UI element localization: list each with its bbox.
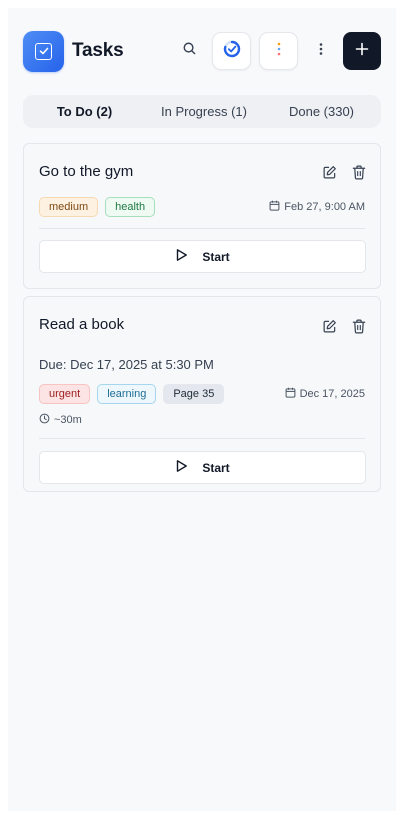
task-actions (320, 163, 368, 181)
task-card: Read a book Due: Dec 17, 2025 at 5:30 PM… (23, 296, 381, 492)
status-tabs: To Do (2) In Progress (1) Done (330) (23, 95, 381, 128)
more-vertical-icon (319, 42, 323, 61)
progress-ring-icon (223, 40, 241, 63)
more-options-button[interactable] (308, 36, 334, 66)
plus-icon (355, 42, 369, 61)
app-root: Tasks To Do (2) In Progress (1) Done (33… (8, 8, 396, 811)
start-button-label: Start (202, 249, 230, 264)
task-date-text: Feb 27, 9:00 AM (284, 201, 365, 213)
task-due-date: Due: Dec 17, 2025 at 5:30 PM (39, 357, 214, 372)
play-icon (175, 248, 188, 265)
edit-icon[interactable] (320, 163, 338, 181)
task-title: Go to the gym (39, 163, 134, 180)
search-button[interactable] (174, 36, 204, 66)
clock-icon (39, 413, 50, 427)
task-actions (320, 317, 368, 335)
priority-tag: urgent (39, 384, 91, 404)
task-tags: medium health (39, 197, 156, 217)
tab-in-progress[interactable]: In Progress (1) (143, 98, 265, 125)
palette-icon (276, 41, 282, 62)
start-button-label: Start (202, 460, 230, 475)
task-title: Read a book (39, 316, 125, 333)
task-estimate-text: ~30m (54, 414, 82, 426)
trash-icon[interactable] (350, 163, 368, 181)
task-date-text: Dec 17, 2025 (299, 388, 365, 400)
header-actions (174, 32, 381, 70)
task-card: Go to the gym medium health Feb 27, 9:00… (23, 143, 381, 289)
divider (39, 438, 365, 439)
divider (39, 228, 365, 229)
task-tags: urgent learning Page 35 (39, 384, 225, 404)
app-logo (23, 30, 64, 72)
progress-view-button[interactable] (212, 32, 251, 70)
palette-button[interactable] (259, 32, 298, 70)
calendar-icon (269, 200, 280, 214)
header: Tasks (23, 30, 381, 72)
task-date: Dec 17, 2025 (285, 387, 365, 401)
tab-done[interactable]: Done (330) (265, 98, 378, 125)
task-estimate: ~30m (39, 413, 82, 427)
check-square-icon (35, 42, 52, 60)
calendar-icon (285, 387, 296, 401)
play-icon (175, 459, 188, 476)
trash-icon[interactable] (350, 317, 368, 335)
category-tag: health (105, 197, 156, 217)
edit-icon[interactable] (320, 317, 338, 335)
category-tag: learning (97, 384, 157, 404)
app-title: Tasks (72, 40, 124, 61)
start-button[interactable]: Start (39, 451, 366, 484)
task-date: Feb 27, 9:00 AM (269, 200, 365, 214)
priority-tag: medium (39, 197, 99, 217)
start-button[interactable]: Start (39, 240, 366, 273)
add-task-button[interactable] (343, 32, 381, 70)
tab-to-do[interactable]: To Do (2) (26, 98, 143, 125)
search-icon (182, 41, 197, 61)
page-tag: Page 35 (163, 384, 225, 404)
